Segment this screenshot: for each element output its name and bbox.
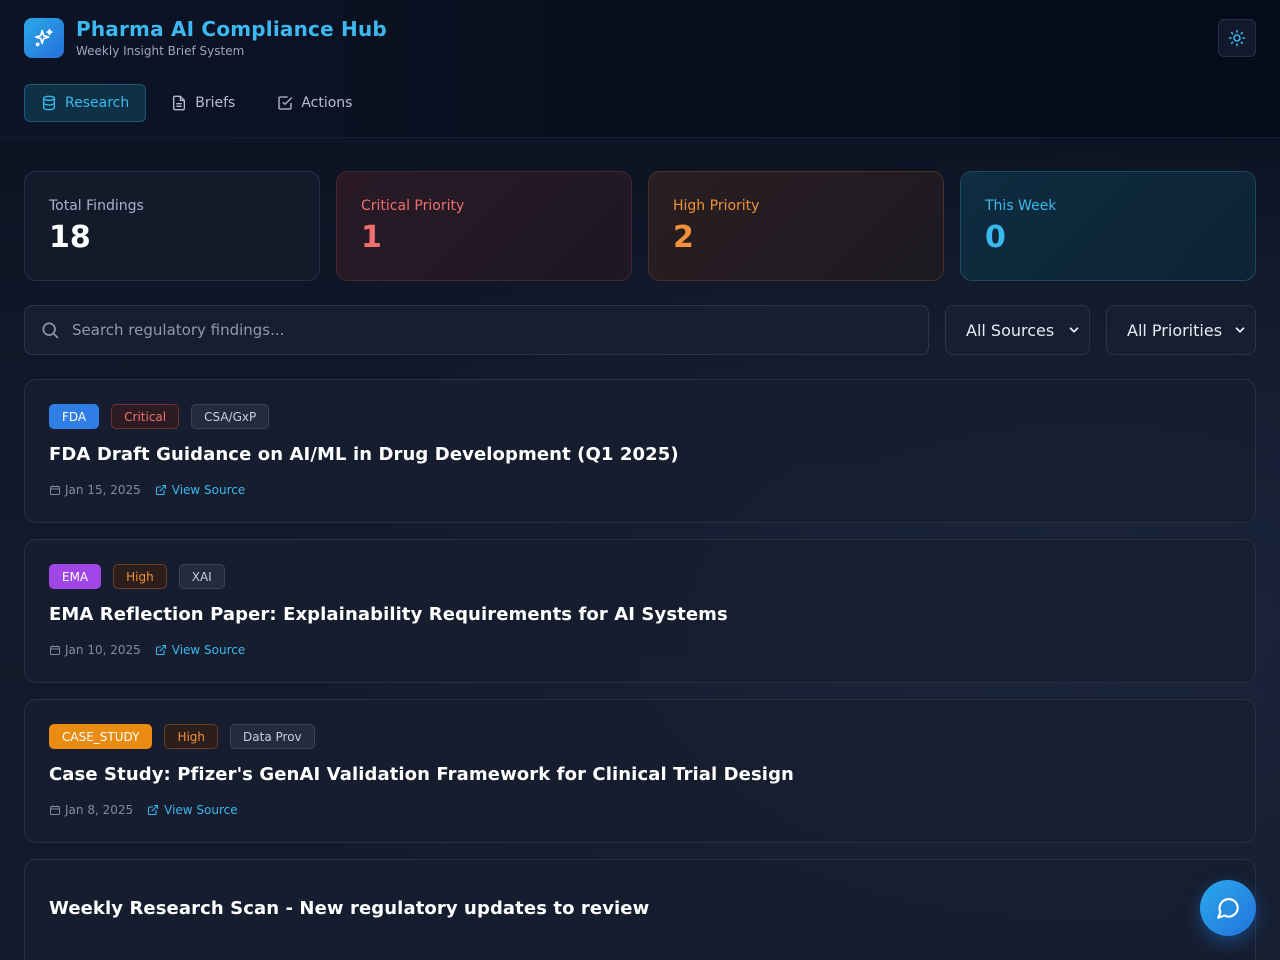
- chevron-down-icon: [1235, 327, 1245, 333]
- finding-card[interactable]: FDA Critical CSA/GxP FDA Draft Guidance …: [24, 379, 1256, 523]
- main-nav: Research Briefs Actions: [24, 84, 369, 122]
- sun-icon: [1228, 29, 1246, 47]
- priority-filter-select[interactable]: All Priorities: [1106, 305, 1256, 355]
- source-badge: CASE_STUDY: [49, 724, 153, 749]
- checkbox-icon: [278, 96, 293, 110]
- view-source-label: View Source: [164, 803, 238, 817]
- priority-badge: High: [113, 564, 167, 589]
- category-badge: XAI: [178, 564, 225, 589]
- stat-value: 2: [673, 220, 694, 255]
- weekly-scan-card[interactable]: Weekly Research Scan - New regulatory up…: [24, 859, 1256, 960]
- tab-research-label: Research: [65, 95, 130, 111]
- view-source-link[interactable]: View Source: [155, 483, 246, 497]
- priority-badge: High: [164, 724, 219, 749]
- tab-actions-label: Actions: [301, 95, 353, 111]
- tab-actions[interactable]: Actions: [260, 84, 369, 122]
- theme-toggle-button[interactable]: [1218, 19, 1256, 57]
- database-icon: [43, 95, 55, 111]
- calendar-icon: [50, 485, 60, 495]
- stat-label: Total Findings: [49, 198, 144, 214]
- tab-briefs[interactable]: Briefs: [154, 84, 252, 122]
- stat-critical-priority: Critical Priority 1: [336, 171, 632, 281]
- source-badge: FDA: [49, 404, 100, 429]
- tab-research[interactable]: Research: [24, 84, 147, 122]
- tag-list: CASE_STUDY High Data Prov: [49, 724, 1231, 750]
- stat-value: 18: [49, 220, 91, 255]
- view-source-link[interactable]: View Source: [147, 803, 238, 817]
- stat-high-priority: High Priority 2: [648, 171, 944, 281]
- finding-date-text: Jan 15, 2025: [65, 483, 141, 497]
- view-source-label: View Source: [171, 643, 246, 657]
- stats-row: Total Findings 18 Critical Priority 1 Hi…: [24, 171, 1256, 281]
- finding-date: Jan 15, 2025: [49, 483, 141, 497]
- stat-label: Critical Priority: [361, 198, 465, 214]
- chat-bubble-icon: [1217, 898, 1239, 919]
- stat-label: High Priority: [673, 198, 760, 214]
- search-input[interactable]: [72, 321, 892, 339]
- finding-date-text: Jan 8, 2025: [65, 803, 134, 817]
- app-subtitle: Weekly Insight Brief System: [76, 44, 245, 58]
- priority-badge: Critical: [111, 404, 180, 429]
- source-badge: EMA: [49, 564, 102, 589]
- stat-this-week: This Week 0: [960, 171, 1256, 281]
- finding-card[interactable]: CASE_STUDY High Data Prov Case Study: Pf…: [24, 699, 1256, 843]
- finding-date: Jan 8, 2025: [49, 803, 133, 817]
- category-badge: Data Prov: [230, 724, 315, 749]
- tag-list: EMA High XAI: [49, 564, 1231, 590]
- app-title: Pharma AI Compliance Hub: [76, 17, 387, 41]
- category-badge: CSA/GxP: [191, 404, 270, 429]
- external-link-icon: [155, 484, 166, 496]
- finding-date-text: Jan 10, 2025: [65, 643, 141, 657]
- app-logo: [24, 18, 64, 58]
- stat-label: This Week: [985, 198, 1057, 214]
- view-source-label: View Source: [171, 483, 246, 497]
- calendar-icon: [50, 645, 60, 655]
- stat-value: 1: [361, 220, 382, 255]
- stat-total-findings: Total Findings 18: [24, 171, 320, 281]
- finding-title: FDA Draft Guidance on AI/ML in Drug Deve…: [49, 444, 679, 465]
- source-filter-value: All Sources: [966, 320, 1055, 340]
- external-link-icon: [155, 644, 166, 656]
- tag-list: FDA Critical CSA/GxP: [49, 404, 1231, 430]
- finding-meta: Jan 8, 2025 View Source: [49, 803, 1231, 817]
- finding-card[interactable]: EMA High XAI EMA Reflection Paper: Expla…: [24, 539, 1256, 683]
- finding-date: Jan 10, 2025: [49, 643, 141, 657]
- chevron-down-icon: [1069, 327, 1079, 333]
- finding-title: Case Study: Pfizer's GenAI Validation Fr…: [49, 764, 794, 785]
- priority-filter-value: All Priorities: [1127, 320, 1223, 340]
- search-icon: [42, 322, 59, 339]
- app-header: Pharma AI Compliance Hub Weekly Insight …: [0, 0, 1280, 138]
- weekly-scan-title: Weekly Research Scan - New regulatory up…: [49, 898, 650, 919]
- external-link-icon: [148, 804, 159, 816]
- source-filter-select[interactable]: All Sources: [945, 305, 1090, 355]
- finding-meta: Jan 10, 2025 View Source: [49, 643, 1231, 657]
- stat-value: 0: [985, 220, 1006, 255]
- finding-title: EMA Reflection Paper: Explainability Req…: [49, 604, 728, 625]
- document-icon: [173, 95, 186, 111]
- tab-briefs-label: Briefs: [195, 95, 236, 111]
- chat-button[interactable]: [1200, 880, 1256, 936]
- search-field[interactable]: [24, 305, 929, 355]
- sparkles-icon: [34, 28, 53, 47]
- calendar-icon: [50, 805, 60, 815]
- view-source-link[interactable]: View Source: [155, 643, 246, 657]
- finding-meta: Jan 15, 2025 View Source: [49, 483, 1231, 497]
